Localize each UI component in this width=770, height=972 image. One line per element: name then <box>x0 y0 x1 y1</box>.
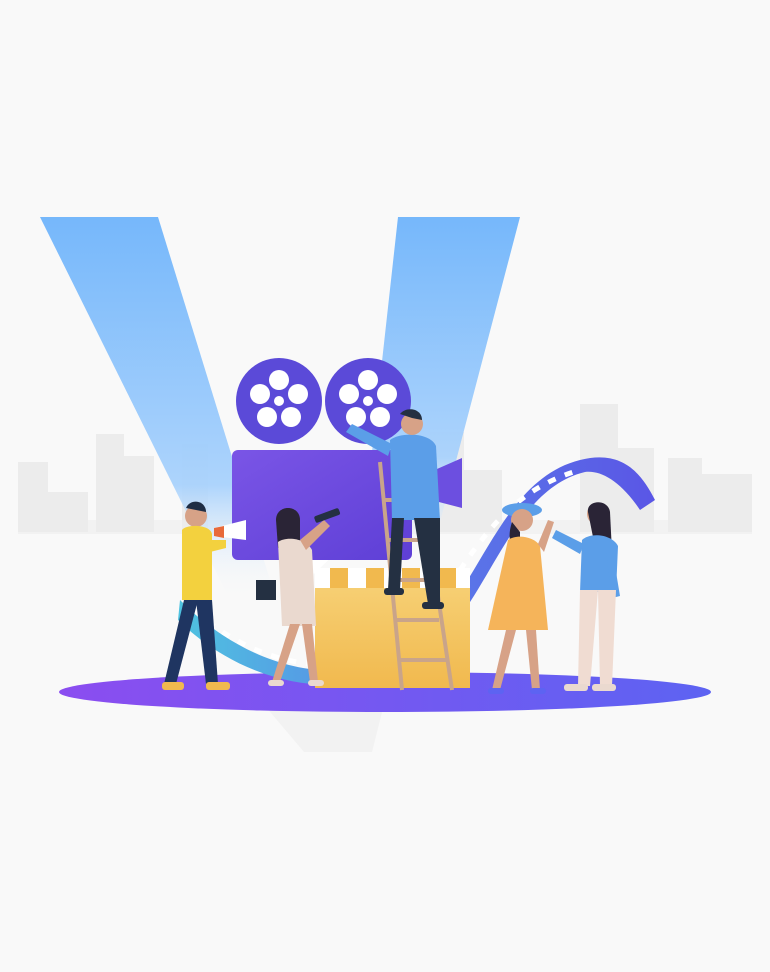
illustration-canvas <box>0 0 770 972</box>
film-crew-illustration <box>18 217 752 752</box>
camera-reel-left <box>236 358 322 444</box>
camera-reel-right <box>325 358 411 444</box>
